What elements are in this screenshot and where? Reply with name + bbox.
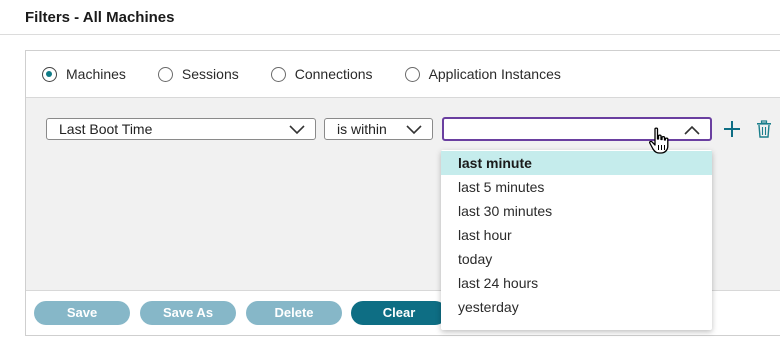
chevron-down-icon [406, 122, 422, 139]
radio-label: Machines [66, 66, 126, 82]
delete-button[interactable]: Delete [246, 301, 342, 325]
title-divider [0, 34, 780, 35]
radio-button-machines[interactable] [42, 66, 57, 82]
dropdown-option[interactable]: today [441, 247, 712, 271]
radio-sessions[interactable]: Sessions [157, 66, 239, 82]
chevron-up-icon [684, 123, 700, 140]
operator-select[interactable]: is within [324, 118, 433, 140]
plus-icon[interactable] [723, 120, 741, 143]
dropdown-option[interactable]: last hour [441, 223, 712, 247]
radio-label: Application Instances [428, 66, 561, 82]
trash-icon[interactable] [756, 120, 772, 143]
save-button[interactable]: Save [34, 301, 130, 325]
dropdown-option[interactable]: yesterday [441, 295, 712, 319]
radio-machines[interactable]: Machines [42, 66, 126, 82]
radio-connections[interactable]: Connections [270, 66, 373, 82]
operator-select-value: is within [337, 121, 387, 137]
page-title: Filters - All Machines [25, 9, 175, 26]
hand-cursor-icon [648, 127, 670, 160]
field-select-value: Last Boot Time [59, 121, 153, 137]
value-dropdown-list: last minute last 5 minutes last 30 minut… [441, 150, 712, 330]
chevron-down-icon [289, 122, 305, 139]
scope-radio-group: Machines Sessions Connections Applicatio… [42, 64, 561, 84]
radio-button-sessions[interactable] [157, 66, 173, 82]
radio-button-application-instances[interactable] [404, 66, 420, 82]
clear-button[interactable]: Clear [351, 301, 447, 325]
radio-label: Connections [294, 66, 373, 82]
dropdown-option[interactable]: last minute [441, 151, 712, 175]
save-as-button[interactable]: Save As [140, 301, 236, 325]
dropdown-option[interactable]: last 30 minutes [441, 199, 712, 223]
value-select[interactable] [442, 117, 712, 141]
dropdown-option[interactable]: last 5 minutes [441, 175, 712, 199]
radio-button-connections[interactable] [270, 66, 286, 82]
dropdown-option[interactable]: last 24 hours [441, 271, 712, 295]
field-select[interactable]: Last Boot Time [46, 118, 316, 140]
radio-application-instances[interactable]: Application Instances [404, 66, 561, 82]
radio-label: Sessions [181, 66, 239, 82]
